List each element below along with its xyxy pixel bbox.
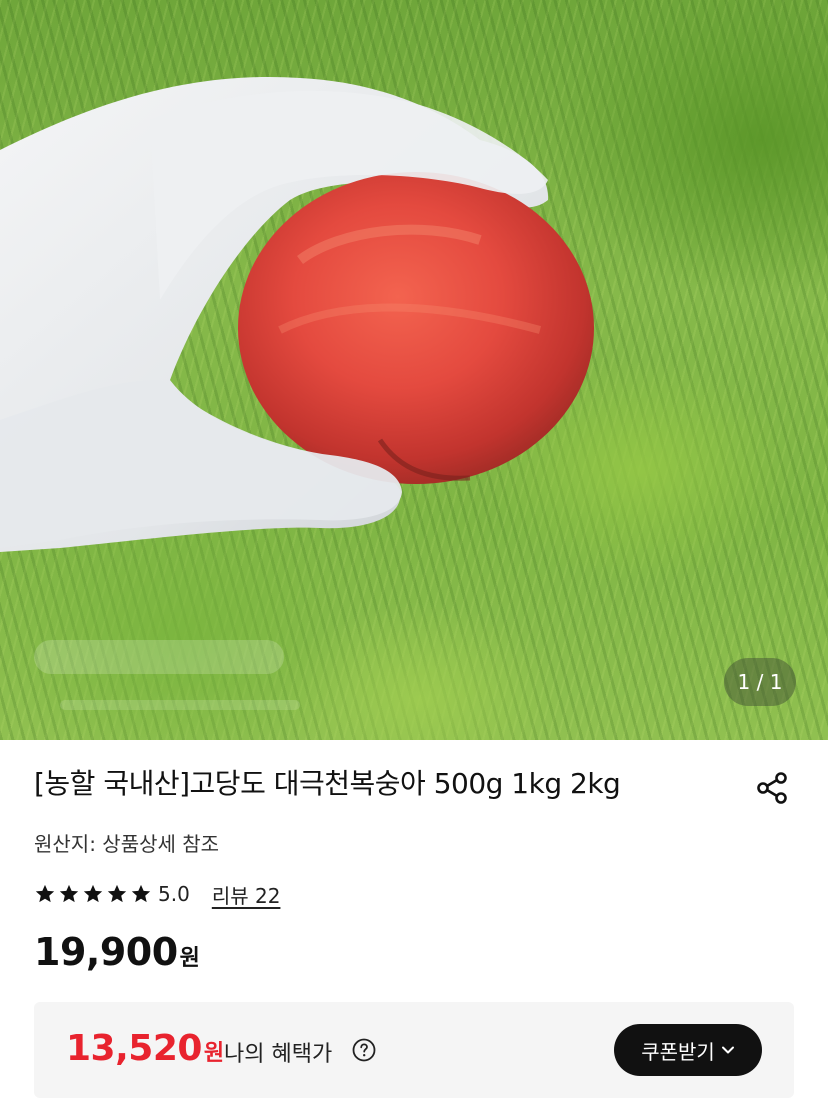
share-icon[interactable] [752,768,792,808]
origin-info: 원산지: 상품상세 참조 [34,832,220,856]
review-link[interactable]: 리뷰 22 [212,880,281,909]
price-unit: 원 [179,946,200,971]
rating-score: 5.0 [158,882,190,906]
star-icon [131,884,151,903]
price-value: 19,900 [34,930,178,974]
image-counter: 1 / 1 [724,658,796,706]
product-image[interactable]: 1 / 1 [0,0,828,740]
original-price: 19,900 원 [34,930,200,974]
benefit-price-box: 13,520 원 나의 혜택가 쿠폰받기 [34,1002,794,1098]
star-icon [35,884,55,903]
chevron-down-icon [721,1046,734,1054]
benefit-price: 13,520 원 [66,1028,224,1069]
benefit-price-unit: 원 [203,1041,225,1066]
benefit-label: 나의 혜택가 [224,1042,333,1067]
title-row: [농할 국내산]고당도 대극천복숭아 500g 1kg 2kg [34,764,794,808]
product-title: [농할 국내산]고당도 대극천복숭아 500g 1kg 2kg [34,767,621,800]
star-icon [59,884,79,903]
coupon-button-label: 쿠폰받기 [641,1039,715,1064]
star-icon [107,884,127,903]
star-rating [34,883,152,905]
coupon-button[interactable]: 쿠폰받기 [614,1024,762,1076]
rating-row: 5.0 리뷰 22 [34,880,280,908]
help-icon[interactable] [352,1038,376,1062]
star-icon [83,884,103,903]
peach-photo [0,76,594,710]
benefit-price-value: 13,520 [66,1028,202,1069]
